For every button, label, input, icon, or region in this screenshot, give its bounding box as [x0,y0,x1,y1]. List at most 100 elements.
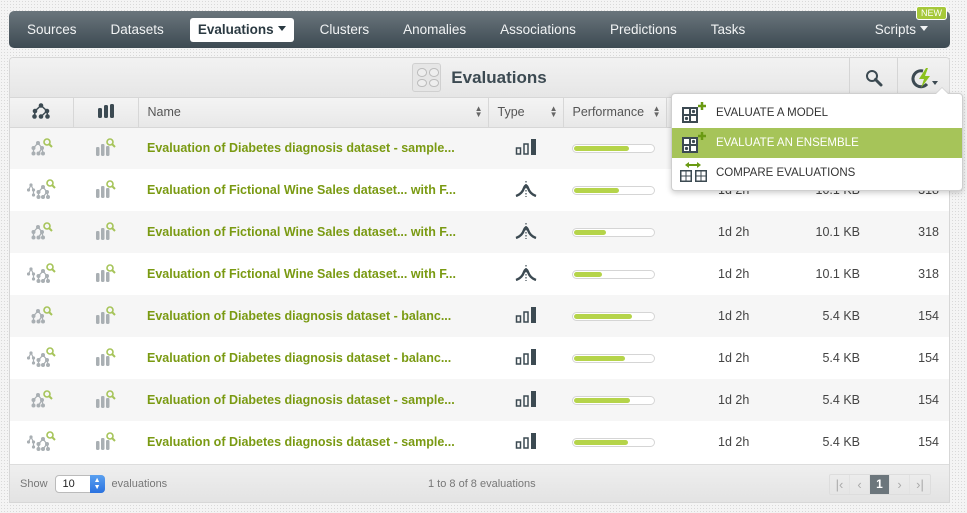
evaluation-link[interactable]: Evaluation of Fictional Wine Sales datas… [138,225,456,239]
select-arrows-icon: ▲ ▼ [89,474,105,493]
dataset-cell[interactable] [73,421,138,463]
model-cell[interactable] [10,421,73,463]
nav-scripts[interactable]: Scripts NEW [858,5,950,42]
column-header-type[interactable]: Type ▲ ▼ [488,98,564,128]
type-cell [488,169,563,211]
age-cell: 1d 2h [666,295,769,337]
dataset-search-icon [95,221,117,243]
dataset-cell[interactable] [73,379,138,421]
column-name-label: Name [147,105,181,120]
model-cell[interactable] [10,337,73,379]
dataset-cell[interactable] [73,211,138,253]
column-header-name[interactable]: Name ▲ ▼ [138,98,489,128]
model-cell[interactable] [10,169,73,211]
dataset-cell[interactable] [73,295,138,337]
last-page-button[interactable]: ›| [910,475,930,494]
column-header-performance[interactable]: Performance ▲ ▼ [563,98,667,128]
search-icon [865,69,882,86]
dataset-search-icon [95,137,117,159]
count-cell: 154 [918,435,939,449]
next-page-button[interactable]: › [890,475,910,494]
table-row[interactable]: Evaluation of Fictional Wine Sales datas… [10,211,949,253]
table-row[interactable]: Evaluation of Diabetes diagnosis dataset… [10,421,949,463]
table-row[interactable]: Evaluation of Fictional Wine Sales datas… [10,253,949,295]
evaluation-link[interactable]: Evaluation of Diabetes diagnosis dataset… [138,351,451,365]
nav-datasets[interactable]: Datasets [94,18,181,42]
age-cell: 1d 2h [718,267,750,281]
actions-dropdown: EVALUATE A MODEL EVALUATE AN ENSEMBLE CO… [671,87,963,191]
performance-cell [563,169,666,211]
evaluation-link[interactable]: Evaluation of Fictional Wine Sales datas… [138,267,456,281]
model-cell[interactable] [10,379,73,421]
dataset-search-icon [95,305,117,327]
performance-cell [563,127,666,169]
menu-item-evaluate-model[interactable]: EVALUATE A MODEL [672,98,962,128]
evaluation-link[interactable]: Evaluation of Diabetes diagnosis dataset… [138,309,451,323]
new-badge: NEW [916,5,947,20]
dataset-cell[interactable] [73,253,138,295]
dataset-cell[interactable] [73,169,138,211]
model-search-icon [31,221,53,243]
performance-bar [572,185,655,195]
model-cell[interactable] [10,253,73,295]
performance-cell [563,253,666,295]
dataset-search-icon [95,263,117,285]
ensemble-search-icon [26,346,57,370]
model-cell[interactable] [10,295,73,337]
page-size-value: 10 [62,477,75,490]
evaluation-link[interactable]: Evaluation of Diabetes diagnosis dataset… [138,141,455,155]
evaluation-link[interactable]: Evaluation of Diabetes diagnosis dataset… [138,393,455,407]
count-cell: 154 [918,351,939,365]
nav-anomalies[interactable]: Anomalies [386,18,483,42]
model-cell[interactable] [10,127,73,169]
performance-bar [572,269,655,279]
nav-sources[interactable]: Sources [9,18,94,42]
bolt-refresh-icon [911,67,938,88]
prev-page-button[interactable]: ‹ [850,475,870,494]
dataset-search-icon [95,431,117,453]
column-header-model[interactable] [10,98,74,128]
top-nav: Sources Datasets Evaluations Clusters An… [9,5,950,48]
performance-bar-fill [574,145,630,151]
evaluate-ensemble-icon [672,132,716,154]
model-search-icon [31,305,53,327]
table-row[interactable]: Evaluation of Diabetes diagnosis dataset… [10,379,949,421]
nav-tasks[interactable]: Tasks [694,18,763,42]
range-label: 1 to 8 of 8 evaluations [428,477,536,490]
current-page-button[interactable]: 1 [870,475,890,494]
chevron-down-icon [920,26,928,32]
menu-item-compare-evaluations[interactable]: COMPARE EVALUATIONS [672,158,962,188]
column-header-dataset[interactable] [73,98,139,128]
nav-clusters[interactable]: Clusters [303,18,387,42]
nav-evaluations-label: Evaluations [197,21,274,37]
table-row[interactable]: Evaluation of Diabetes diagnosis dataset… [10,337,949,379]
nav-associations[interactable]: Associations [483,18,593,42]
menu-item-label: COMPARE EVALUATIONS [716,167,856,179]
dataset-cell[interactable] [73,127,138,169]
menu-item-evaluate-ensemble[interactable]: EVALUATE AN ENSEMBLE [672,128,962,158]
type-cell [488,295,563,337]
pagination: |‹ ‹ 1 › ›| [829,474,931,495]
count-cell: 154 [864,295,949,337]
nav-scripts-label: Scripts [874,21,916,37]
evaluation-link[interactable]: Evaluation of Diabetes diagnosis dataset… [138,435,455,449]
performance-cell [563,295,666,337]
regression-icon [515,180,537,200]
performance-cell [563,379,666,421]
dataset-cell[interactable] [73,337,138,379]
ensemble-search-icon [26,178,57,202]
size-cell: 10.1 KB [769,211,864,253]
table-row[interactable]: Evaluation of Diabetes diagnosis dataset… [10,295,949,337]
column-type-label: Type [497,105,525,120]
chevron-down-icon [277,26,286,32]
evaluation-link[interactable]: Evaluation of Fictional Wine Sales datas… [138,183,456,197]
first-page-button[interactable]: |‹ [830,475,850,494]
nav-evaluations[interactable]: Evaluations [189,17,294,42]
search-button[interactable] [849,58,897,97]
nav-predictions[interactable]: Predictions [593,18,694,42]
performance-bar-fill [574,271,602,277]
column-performance-label: Performance [572,105,645,120]
age-cell: 1d 2h [666,379,769,421]
page-size-select[interactable]: 10 ▲ ▼ [54,474,105,493]
model-cell[interactable] [10,211,73,253]
